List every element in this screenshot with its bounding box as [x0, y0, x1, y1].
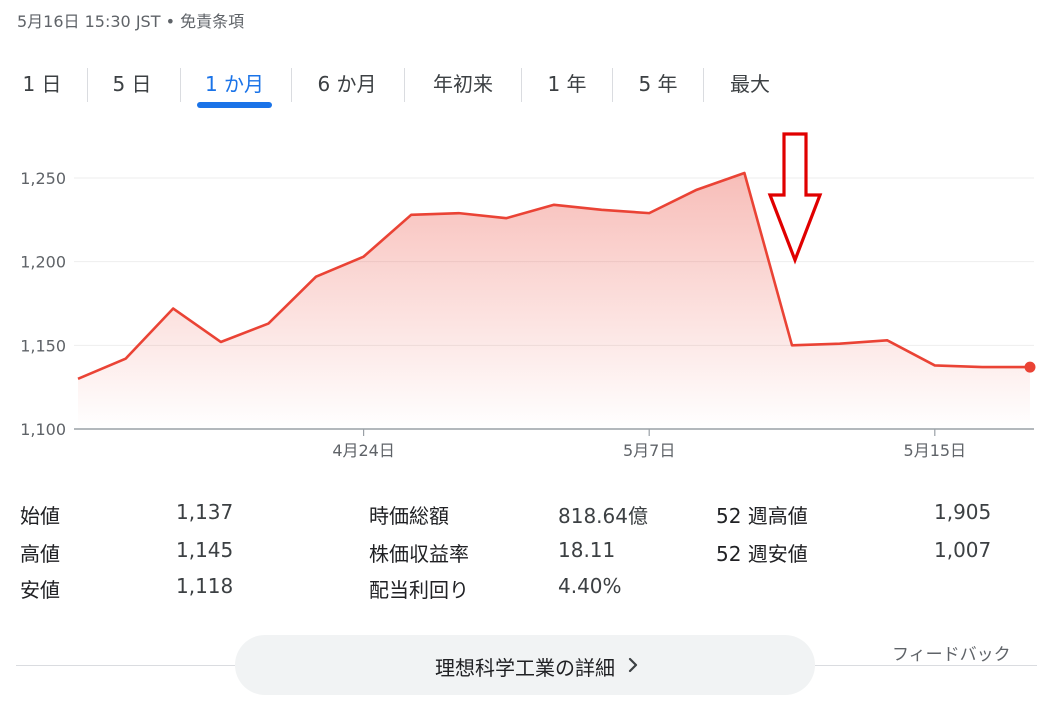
chevron-right-icon [628, 657, 638, 673]
price-chart-svg: 1,250 1,200 1,150 1,100 4月24日 5月7日 5月15日 [20, 132, 1036, 460]
stat-value-low: 1,118 [176, 574, 234, 598]
current-price-dot [1024, 361, 1036, 373]
timestamp: 5月16日 15:30 JST [17, 12, 161, 31]
tab-1-year[interactable]: 1 年 [538, 64, 596, 104]
price-area-fill [78, 172, 1030, 430]
stat-label-market-cap: 時価総額 [369, 504, 449, 528]
tab-divider [87, 68, 88, 102]
stat-value-dividend-yield: 4.40% [558, 574, 622, 598]
y-tick-label: 1,100 [20, 420, 66, 439]
tab-divider [404, 68, 405, 102]
tab-1-day[interactable]: 1 日 [14, 64, 70, 104]
stat-label-low: 安値 [20, 578, 60, 602]
y-tick-label: 1,200 [20, 253, 66, 272]
tab-divider [521, 68, 522, 102]
x-tick-label: 5月7日 [623, 441, 675, 460]
range-tabs: 1 日 5 日 1 か月 6 か月 年初来 1 年 5 年 最大 [0, 64, 1054, 108]
stat-value-market-cap: 818.64億 [558, 504, 648, 528]
timestamp-line: 5月16日 15:30 JST • 免責条項 [17, 8, 244, 32]
tab-6-months[interactable]: 6 か月 [308, 64, 386, 104]
disclaimer-link[interactable]: 免責条項 [180, 12, 244, 31]
stat-value-pe-ratio: 18.11 [558, 538, 616, 562]
x-tick-label: 4月24日 [332, 441, 395, 460]
stat-label-52w-low: 52 週安値 [716, 542, 808, 566]
company-details-button[interactable]: 理想科学工業の詳細 [235, 635, 815, 695]
down-arrow-icon [767, 132, 823, 265]
x-tick-label: 5月15日 [904, 441, 967, 460]
stat-value-52w-high: 1,905 [934, 500, 992, 524]
y-tick-label: 1,150 [20, 336, 66, 355]
stat-label-52w-high: 52 週高値 [716, 504, 808, 528]
tab-divider [180, 68, 181, 102]
feedback-link[interactable]: フィードバック [892, 640, 1011, 665]
stat-value-high: 1,145 [176, 538, 234, 562]
tab-5-days[interactable]: 5 日 [104, 64, 160, 104]
tab-5-years[interactable]: 5 年 [629, 64, 687, 104]
stat-label-open: 始値 [20, 504, 60, 528]
stat-label-dividend-yield: 配当利回り [369, 578, 469, 602]
company-details-label: 理想科学工業の詳細 [435, 656, 615, 680]
tab-divider [703, 68, 704, 102]
y-tick-label: 1,250 [20, 169, 66, 188]
tab-divider [612, 68, 613, 102]
footer-divider [16, 665, 235, 666]
stat-value-52w-low: 1,007 [934, 538, 992, 562]
tab-divider [291, 68, 292, 102]
price-chart[interactable]: 1,250 1,200 1,150 1,100 4月24日 5月7日 5月15日 [0, 120, 1054, 470]
footer-divider [815, 665, 1037, 666]
tab-1-month[interactable]: 1 か月 [197, 64, 272, 104]
tab-ytd[interactable]: 年初来 [421, 64, 505, 104]
stats-table: 始値 1,137 高値 1,145 安値 1,118 時価総額 818.64億 … [0, 492, 1054, 612]
stat-label-high: 高値 [20, 542, 60, 566]
stat-label-pe-ratio: 株価収益率 [369, 542, 469, 566]
stat-value-open: 1,137 [176, 500, 234, 524]
separator-dot: • [165, 12, 176, 31]
tab-max[interactable]: 最大 [720, 64, 780, 104]
active-tab-indicator [197, 102, 272, 108]
